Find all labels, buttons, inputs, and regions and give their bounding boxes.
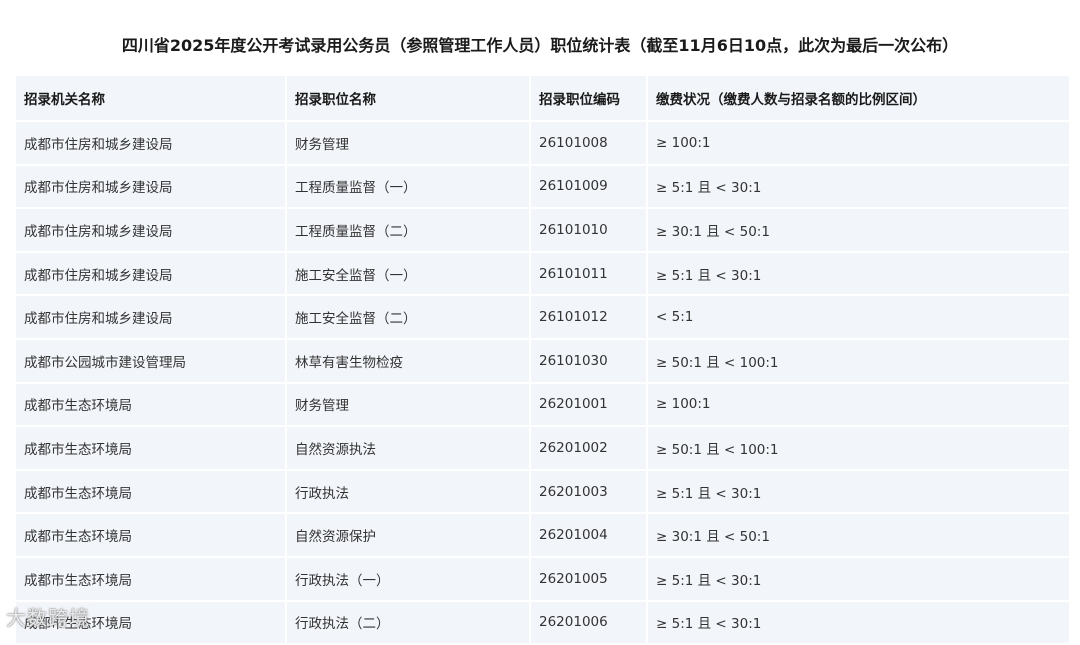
cell-code: 26101009 bbox=[531, 165, 648, 210]
cell-position: 施工安全监督（二） bbox=[287, 296, 531, 340]
cell-position: 林草有害生物检疫 bbox=[287, 339, 531, 384]
table-row: 成都市住房和城乡建设局 财务管理 26101008 ≥ 100:1 bbox=[16, 122, 1069, 166]
table-row: 成都市住房和城乡建设局 工程质量监督（一） 26101009 ≥ 5:1 且 < 30… bbox=[16, 165, 1069, 210]
page-title: 四川省2025年度公开考试录用公务员（参照管理工作人员）职位统计表（截至11月6… bbox=[121, 36, 959, 55]
table-row: 成都市生态环境局 行政执法（二） 26201006 ≥ 5:1 且 < 30:1 bbox=[16, 601, 1069, 645]
cell-fee-status: ≥ 30:1 且 < 50:1 bbox=[648, 209, 1069, 253]
cell-code: 26201006 bbox=[531, 601, 648, 645]
header-code: 招录职位编码 bbox=[531, 76, 648, 122]
cell-position: 工程质量监督（一） bbox=[287, 165, 531, 210]
cell-code: 26101008 bbox=[531, 122, 648, 166]
cell-fee-status: ≥ 100:1 bbox=[648, 383, 1069, 428]
cell-fee-status: ≥ 100:1 bbox=[648, 122, 1069, 166]
cell-agency: 成都市生态环境局 bbox=[16, 470, 287, 515]
cell-position: 施工安全监督（一） bbox=[287, 252, 531, 297]
table-row: 成都市生态环境局 财务管理 26201001 ≥ 100:1 bbox=[16, 383, 1069, 428]
cell-position: 行政执法（二） bbox=[287, 601, 531, 645]
table-row: 成都市生态环境局 行政执法 26201003 ≥ 5:1 且 < 30:1 bbox=[16, 470, 1069, 515]
cell-agency: 成都市生态环境局 bbox=[16, 427, 287, 471]
cell-agency: 成都市生态环境局 bbox=[16, 601, 287, 645]
cell-code: 26101030 bbox=[531, 339, 648, 384]
cell-agency: 成都市住房和城乡建设局 bbox=[16, 165, 287, 210]
cell-agency: 成都市生态环境局 bbox=[16, 557, 287, 602]
cell-code: 26101012 bbox=[531, 296, 648, 340]
table-row: 成都市住房和城乡建设局 工程质量监督（二） 26101010 ≥ 30:1 且 < 5… bbox=[16, 209, 1069, 253]
cell-code: 26201005 bbox=[531, 557, 648, 602]
table-row: 成都市生态环境局 自然资源执法 26201002 ≥ 50:1 且 < 100:1 bbox=[16, 427, 1069, 471]
cell-fee-status: < 5:1 bbox=[648, 296, 1069, 340]
position-stats-table: 招录机关名称 招录职位名称 招录职位编码 缴费状况（缴费人数与招录名额的比例区间… bbox=[16, 76, 1069, 645]
cell-code: 26201002 bbox=[531, 427, 648, 471]
header-fee-status: 缴费状况（缴费人数与招录名额的比例区间） bbox=[648, 76, 1069, 122]
cell-fee-status: ≥ 50:1 且 < 100:1 bbox=[648, 339, 1069, 384]
table-row: 成都市公园城市建设管理局 林草有害生物检疫 26101030 ≥ 50:1 且 < 1… bbox=[16, 339, 1069, 384]
cell-fee-status: ≥ 5:1 且 < 30:1 bbox=[648, 165, 1069, 210]
cell-position: 自然资源执法 bbox=[287, 427, 531, 471]
header-position: 招录职位名称 bbox=[287, 76, 531, 122]
cell-fee-status: ≥ 50:1 且 < 100:1 bbox=[648, 427, 1069, 471]
cell-agency: 成都市公园城市建设管理局 bbox=[16, 339, 287, 384]
cell-fee-status: ≥ 5:1 且 < 30:1 bbox=[648, 557, 1069, 602]
cell-code: 26201001 bbox=[531, 383, 648, 428]
cell-fee-status: ≥ 5:1 且 < 30:1 bbox=[648, 601, 1069, 645]
cell-agency: 成都市住房和城乡建设局 bbox=[16, 252, 287, 297]
cell-code: 26201003 bbox=[531, 470, 648, 515]
cell-code: 26101010 bbox=[531, 209, 648, 253]
header-agency: 招录机关名称 bbox=[16, 76, 287, 122]
cell-position: 财务管理 bbox=[287, 383, 531, 428]
table-row: 成都市生态环境局 行政执法（一） 26201005 ≥ 5:1 且 < 30:1 bbox=[16, 557, 1069, 602]
table-header-row: 招录机关名称 招录职位名称 招录职位编码 缴费状况（缴费人数与招录名额的比例区间… bbox=[16, 76, 1069, 122]
cell-position: 自然资源保护 bbox=[287, 514, 531, 558]
cell-fee-status: ≥ 30:1 且 < 50:1 bbox=[648, 514, 1069, 558]
cell-agency: 成都市生态环境局 bbox=[16, 383, 287, 428]
cell-agency: 成都市住房和城乡建设局 bbox=[16, 209, 287, 253]
cell-position: 财务管理 bbox=[287, 122, 531, 166]
cell-position: 工程质量监督（二） bbox=[287, 209, 531, 253]
cell-position: 行政执法 bbox=[287, 470, 531, 515]
cell-position: 行政执法（一） bbox=[287, 557, 531, 602]
cell-agency: 成都市生态环境局 bbox=[16, 514, 287, 558]
cell-agency: 成都市住房和城乡建设局 bbox=[16, 122, 287, 166]
cell-fee-status: ≥ 5:1 且 < 30:1 bbox=[648, 470, 1069, 515]
table-row: 成都市住房和城乡建设局 施工安全监督（二） 26101012 < 5:1 bbox=[16, 296, 1069, 340]
cell-agency: 成都市住房和城乡建设局 bbox=[16, 296, 287, 340]
table-row: 成都市生态环境局 自然资源保护 26201004 ≥ 30:1 且 < 50:1 bbox=[16, 514, 1069, 558]
table-row: 成都市住房和城乡建设局 施工安全监督（一） 26101011 ≥ 5:1 且 < 30… bbox=[16, 252, 1069, 297]
cell-fee-status: ≥ 5:1 且 < 30:1 bbox=[648, 252, 1069, 297]
cell-code: 26101011 bbox=[531, 252, 648, 297]
cell-code: 26201004 bbox=[531, 514, 648, 558]
